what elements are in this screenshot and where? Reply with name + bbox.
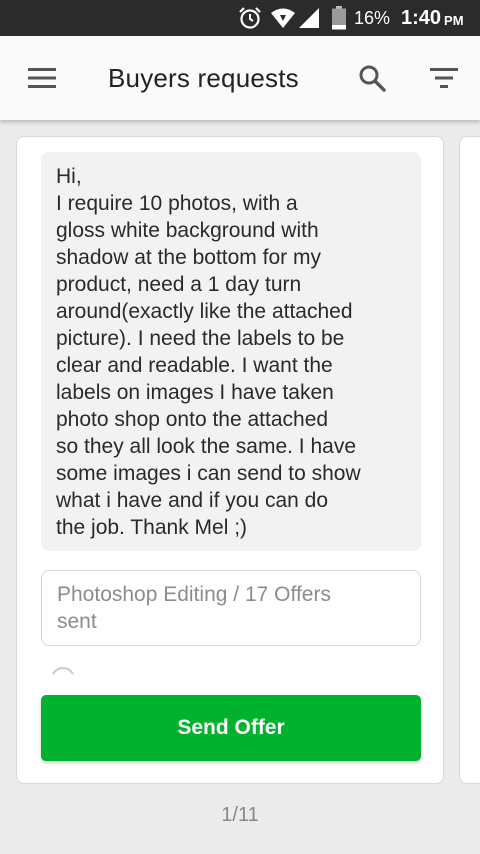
message-line: I require 10 photos, with a bbox=[56, 192, 298, 215]
battery-percent: 16% bbox=[354, 7, 391, 28]
message-line: what i have and if you can do bbox=[56, 489, 329, 512]
page-indicator: 1/11 bbox=[221, 804, 259, 826]
battery-icon bbox=[331, 0, 347, 36]
message-line: around(exactly like the attached bbox=[56, 300, 353, 323]
next-request-card[interactable] bbox=[459, 136, 480, 784]
message-line: product, need a 1 day turn bbox=[56, 273, 302, 296]
message-line: shadow at the bottom for my bbox=[56, 246, 321, 269]
wifi-icon bbox=[270, 0, 296, 36]
message-line: so they all look the same. I have bbox=[56, 435, 356, 458]
message-line: Hi, bbox=[56, 165, 82, 188]
hamburger-menu-icon[interactable] bbox=[14, 36, 70, 120]
message-line: the job. Thank Mel ;) bbox=[56, 516, 248, 539]
request-message: Hi, I require 10 photos, with a gloss wh… bbox=[41, 152, 421, 551]
app-bar: Buyers requests bbox=[0, 36, 480, 120]
status-bar: 16% 1:40 PM bbox=[0, 0, 480, 36]
request-card: Hi, I require 10 photos, with a gloss wh… bbox=[16, 136, 444, 784]
signal-icon bbox=[297, 0, 321, 36]
message-line: picture). I need the labels to be bbox=[56, 327, 345, 350]
avatar bbox=[51, 667, 75, 675]
message-line: labels on images I have taken bbox=[56, 381, 334, 404]
message-line: gloss white background with bbox=[56, 219, 319, 242]
category-line: sent bbox=[57, 610, 97, 633]
category-offers-box: Photoshop Editing / 17 Offers sent bbox=[41, 570, 421, 646]
message-line: photo shop onto the attached bbox=[56, 408, 329, 431]
clock-time: 1:40 bbox=[401, 6, 442, 29]
message-line: clear and readable. I want the bbox=[56, 354, 333, 377]
message-line: some images i can send to show bbox=[56, 462, 361, 485]
clock: 1:40 PM bbox=[401, 0, 464, 36]
send-offer-button[interactable]: Send Offer bbox=[41, 695, 421, 761]
filter-icon[interactable] bbox=[416, 36, 472, 120]
alarm-icon bbox=[237, 0, 263, 36]
page-title: Buyers requests bbox=[108, 63, 299, 93]
search-icon[interactable] bbox=[344, 36, 400, 120]
category-line: Photoshop Editing / 17 Offers bbox=[57, 583, 331, 606]
clock-ampm: PM bbox=[444, 12, 464, 28]
